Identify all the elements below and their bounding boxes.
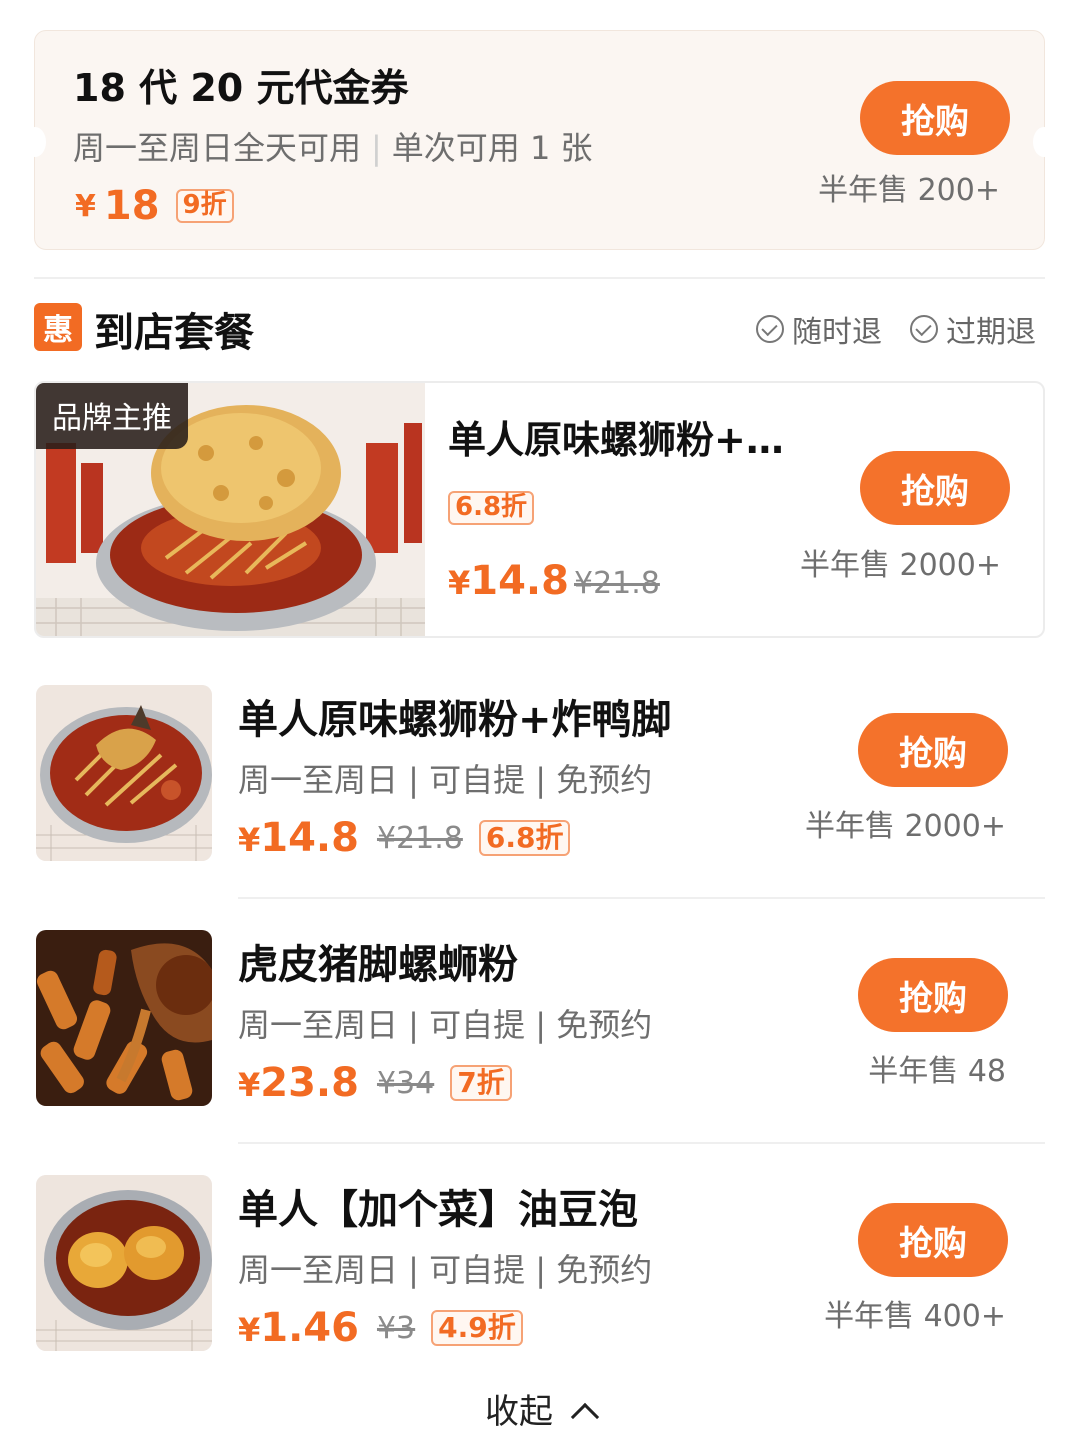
discount-badge: 4.9折 — [431, 1309, 523, 1347]
deal-image — [36, 685, 212, 861]
deal-sales: 半年售 400+ — [824, 1299, 1006, 1334]
price-value: 14.8 — [470, 558, 569, 604]
voucher-notch-right — [1033, 127, 1055, 157]
discount-icon: 惠 — [34, 303, 82, 351]
original-price: ¥21.8 — [376, 820, 463, 856]
separator: | — [371, 129, 382, 167]
original-price: ¥34 — [376, 1065, 435, 1101]
deals-page: 18 代 20 元代金券 周一至周日全天可用 | 单次可用 1 张 ¥ 18 9折 … — [0, 0, 1080, 1441]
tofu-puff-image — [36, 1175, 212, 1351]
discount-badge: 7折 — [450, 1064, 512, 1102]
featured-price: ¥14.8 — [448, 558, 569, 604]
deal-list-item[interactable]: 单人【加个菜】油豆泡 周一至周日 | 可自提 | 免预约 ¥1.46 ¥3 4.… — [0, 1175, 1080, 1375]
chevron-up-icon — [570, 1402, 600, 1432]
deal-price-row: ¥23.8 ¥34 7折 — [238, 1060, 512, 1106]
deal-price-row: ¥1.46 ¥3 4.9折 — [238, 1305, 523, 1351]
section-title: 到店套餐 — [94, 310, 254, 356]
refund-anytime-policy: 随时退 — [756, 307, 882, 351]
deal-name: 单人原味螺狮粉+炸鸭脚 — [238, 697, 672, 743]
deal-tags: 周一至周日 | 可自提 | 免预约 — [238, 761, 653, 799]
deal-list-item[interactable]: 单人原味螺狮粉+炸鸭脚 周一至周日 | 可自提 | 免预约 ¥14.8 ¥21.… — [0, 685, 1080, 885]
buy-button[interactable]: 抢购 — [858, 1203, 1008, 1277]
buy-button[interactable]: 抢购 — [858, 958, 1008, 1032]
original-price: ¥21.8 — [574, 566, 660, 601]
deal-sales: 半年售 48 — [868, 1054, 1006, 1089]
featured-deal-card[interactable]: 品牌主推 单人原味螺狮粉+… 6.8折 ¥14.8 ¥21.8 抢购 半年售 2… — [34, 381, 1045, 638]
voucher-price-value: 18 — [103, 183, 160, 229]
buy-button[interactable]: 抢购 — [858, 713, 1008, 787]
voucher-sales: 半年售 200+ — [818, 173, 1000, 208]
deal-sales: 半年售 2000+ — [804, 809, 1006, 844]
featured-sales: 半年售 2000+ — [799, 548, 1001, 583]
currency-symbol: ¥ — [238, 1066, 261, 1104]
deal-price: ¥1.46 — [238, 1305, 359, 1351]
check-circle-icon — [756, 315, 784, 343]
divider — [238, 1142, 1045, 1144]
voucher-card[interactable]: 18 代 20 元代金券 周一至周日全天可用 | 单次可用 1 张 ¥ 18 9折 … — [24, 30, 1055, 250]
voucher-buy-button[interactable]: 抢购 — [860, 81, 1010, 155]
voucher-title: 18 代 20 元代金券 — [73, 66, 409, 110]
check-circle-icon — [910, 315, 938, 343]
discount-badge: 6.8折 — [448, 491, 535, 525]
deal-price: ¥23.8 — [238, 1060, 359, 1106]
deal-image — [36, 1175, 212, 1351]
featured-dish-image: 品牌主推 — [36, 383, 425, 636]
deal-list-item[interactable]: 虎皮猪脚螺蛳粉 周一至周日 | 可自提 | 免预约 ¥23.8 ¥34 7折 抢… — [0, 930, 1080, 1130]
collapse-button[interactable]: 收起 — [0, 1384, 1080, 1433]
deal-name: 虎皮猪脚螺蛳粉 — [238, 942, 518, 988]
brand-recommend-tag: 品牌主推 — [36, 383, 188, 449]
voucher-notch-left — [24, 127, 46, 157]
divider — [238, 897, 1045, 899]
noodle-bowl-image — [36, 685, 212, 861]
original-price: ¥3 — [376, 1310, 416, 1346]
price-value: 14.8 — [260, 815, 359, 861]
deal-tags: 周一至周日 | 可自提 | 免预约 — [238, 1251, 653, 1289]
deal-price: ¥14.8 — [238, 815, 359, 861]
policy-label: 过期退 — [946, 315, 1036, 350]
currency-symbol: ¥ — [238, 1311, 261, 1349]
currency-symbol: ¥ — [75, 188, 96, 224]
divider — [34, 277, 1045, 279]
currency-symbol: ¥ — [448, 564, 471, 602]
featured-deal-name: 单人原味螺狮粉+… — [448, 418, 784, 462]
voucher-price: ¥ 18 9折 — [75, 183, 234, 229]
collapse-label: 收起 — [485, 1392, 553, 1432]
voucher-cond-limit: 单次可用 1 张 — [391, 129, 593, 167]
price-value: 1.46 — [260, 1305, 359, 1351]
featured-buy-button[interactable]: 抢购 — [860, 451, 1010, 525]
voucher-cond-days: 周一至周日全天可用 — [73, 129, 362, 167]
braised-pork-image — [36, 930, 212, 1106]
deal-name: 单人【加个菜】油豆泡 — [238, 1187, 638, 1233]
discount-badge: 9折 — [175, 189, 234, 223]
price-value: 23.8 — [260, 1060, 359, 1106]
voucher-conditions: 周一至周日全天可用 | 单次可用 1 张 — [73, 123, 593, 169]
currency-symbol: ¥ — [238, 821, 261, 859]
deal-price-row: ¥14.8 ¥21.8 6.8折 — [238, 815, 571, 861]
deal-tags: 周一至周日 | 可自提 | 免预约 — [238, 1006, 653, 1044]
deal-image — [36, 930, 212, 1106]
discount-badge: 6.8折 — [478, 819, 571, 857]
policy-label: 随时退 — [792, 315, 882, 350]
refund-expired-policy: 过期退 — [910, 307, 1036, 351]
